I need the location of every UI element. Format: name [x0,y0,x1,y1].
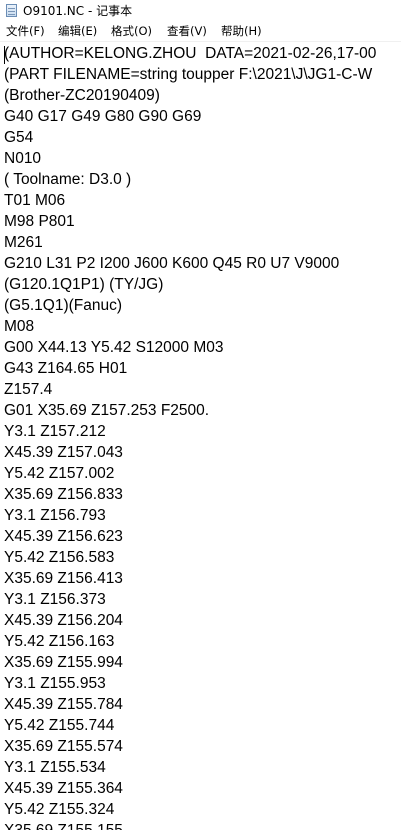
text-line: N010 [4,150,42,167]
text-line: G54 [4,129,34,146]
menu-bar: 文件(F) 编辑(E) 格式(O) 查看(V) 帮助(H) [0,22,401,42]
title-bar[interactable]: O9101.NC - 记事本 [0,0,401,22]
text-line: X45.39 Z156.204 [4,612,123,629]
text-line: M08 [4,318,35,335]
text-line: Y5.42 Z156.583 [4,549,115,566]
text-line: G40 G17 G49 G80 G90 G69 [4,108,202,125]
text-line: G00 X44.13 Y5.42 S12000 M03 [4,339,224,356]
text-lines: (AUTHOR=KELONG.ZHOU DATA=2021-02-26,17-0… [4,43,376,830]
menu-view[interactable]: 查看(V) [167,24,207,39]
text-line: X35.69 Z155.574 [4,738,123,755]
text-line: G01 X35.69 Z157.253 F2500. [4,402,210,419]
text-line: Y3.1 Z157.212 [4,423,106,440]
text-line: X45.39 Z155.364 [4,780,123,797]
text-line: ( Toolname: D3.0 ) [4,171,132,188]
text-line: X35.69 Z155.994 [4,654,123,671]
text-line: (AUTHOR=KELONG.ZHOU DATA=2021-02-26,17-0… [4,45,377,62]
menu-format[interactable]: 格式(O) [111,24,152,39]
text-line: (PART FILENAME=string toupper F:\2021\J\… [4,66,373,83]
text-line: X35.69 Z156.833 [4,486,123,503]
text-line: Y5.42 Z157.002 [4,465,115,482]
text-line: Z157.4 [4,381,53,398]
window-title: O9101.NC - 记事本 [23,4,133,18]
menu-help[interactable]: 帮助(H) [221,24,262,39]
menu-file[interactable]: 文件(F) [6,24,45,39]
text-line: X45.39 Z156.623 [4,528,123,545]
text-line: Y5.42 Z155.744 [4,717,115,734]
text-line: X45.39 Z155.784 [4,696,123,713]
text-line: (G120.1Q1P1) (TY/JG) [4,276,164,293]
text-line: Y5.42 Z156.163 [4,633,115,650]
text-line: (Brother-ZC20190409) [4,87,160,104]
text-line: (G5.1Q1)(Fanuc) [4,297,123,314]
menu-edit[interactable]: 编辑(E) [58,24,97,39]
text-line: G210 L31 P2 I200 J600 K600 Q45 R0 U7 V90… [4,255,340,272]
text-line: M261 [4,234,43,251]
text-line: X35.69 Z156.413 [4,570,123,587]
text-line: X35.69 Z155.155 [4,820,376,830]
text-line: X45.39 Z157.043 [4,444,123,461]
text-line: Y3.1 Z156.373 [4,591,106,608]
notepad-icon [6,4,17,17]
text-line: Y3.1 Z155.534 [4,759,106,776]
text-line: Y5.42 Z155.324 [4,801,115,818]
text-line: Y3.1 Z155.953 [4,675,106,692]
text-line: Y3.1 Z156.793 [4,507,106,524]
text-line: G43 Z164.65 H01 [4,360,128,377]
text-line: T01 M06 [4,192,66,209]
text-caret [4,46,5,64]
text-line: M98 P801 [4,213,75,230]
notepad-window: O9101.NC - 记事本 文件(F) 编辑(E) 格式(O) 查看(V) 帮… [0,0,401,830]
